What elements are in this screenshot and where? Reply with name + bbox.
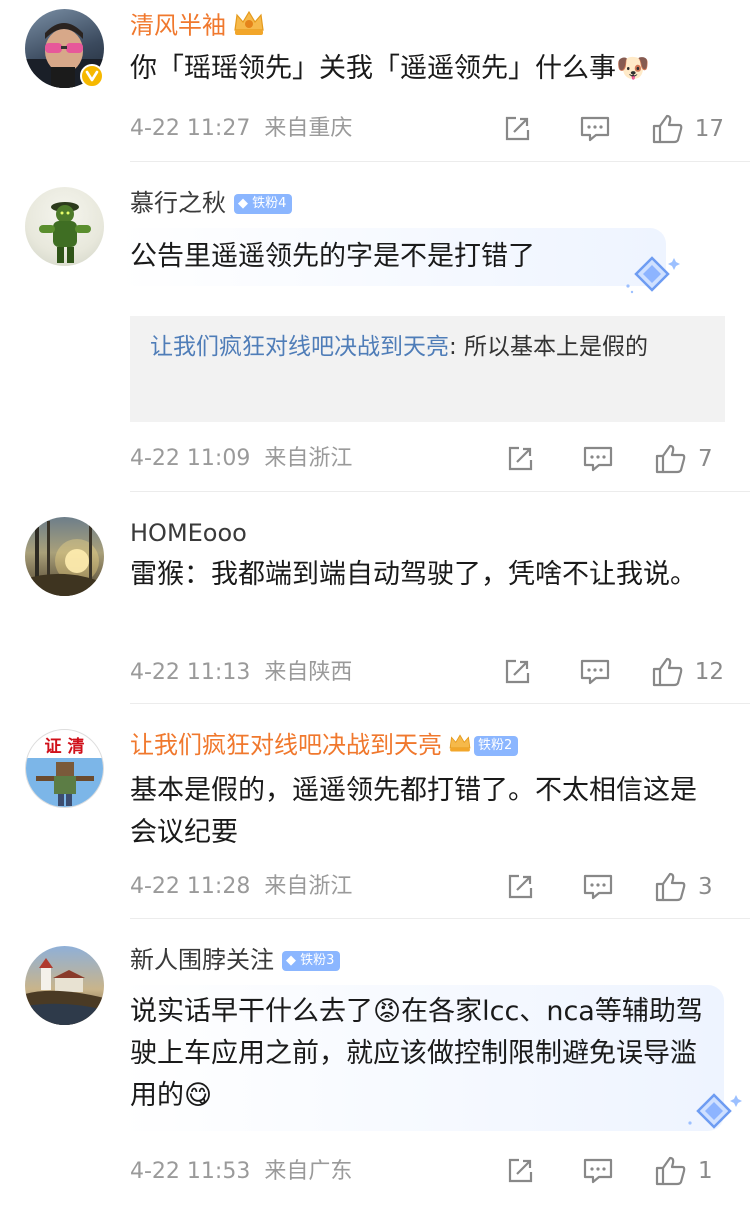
share-icon	[508, 1158, 533, 1183]
comment-icon	[580, 659, 609, 685]
share-button[interactable]	[497, 114, 537, 144]
like-button[interactable]: 7	[654, 443, 724, 475]
timestamp: 4-22 11:13	[130, 660, 251, 685]
share-icon	[508, 446, 533, 471]
comment-item: 清风半袖 你「瑶瑶领先」关我「遥遥领先」什么事🐶 4-22 11:27 来自重庆…	[0, 0, 750, 162]
thumbs-up-icon	[652, 114, 683, 144]
comment-text: 雷猴：我都端到端自动驾驶了，凭啥不让我说。	[130, 559, 697, 590]
comment-icon	[583, 874, 613, 900]
username[interactable]: 让我们疯狂对线吧决战到天亮 铁粉2	[130, 730, 519, 761]
location: 来自浙江	[264, 446, 353, 471]
location: 来自陕西	[264, 660, 353, 685]
verified-badge-icon	[80, 64, 104, 88]
comment-icon	[583, 446, 613, 472]
angry-emoji: 😡	[373, 996, 402, 1027]
diamond-fan-icon	[684, 1089, 744, 1141]
quote-username[interactable]: 让我们疯狂对线吧决战到天亮	[150, 334, 449, 360]
username[interactable]: 清风半袖	[130, 8, 266, 45]
comment-actions: 7	[500, 439, 724, 479]
share-button[interactable]	[497, 657, 537, 687]
comment-text: 说实话早干什么去了😡在各家lcc、nca等辅助驾驶上车应用之前，就应该做控制限制…	[130, 996, 703, 1111]
comment-meta: 4-22 11:28 来自浙江	[130, 872, 352, 902]
comment-button[interactable]	[578, 872, 618, 902]
fan-badge: ◆ 铁粉3	[282, 951, 341, 971]
share-button[interactable]	[500, 1156, 540, 1186]
comment-actions: 1	[500, 1151, 724, 1191]
comment-text: 你「瑶瑶领先」关我「遥遥领先」什么事🐶	[130, 53, 650, 84]
like-count: 3	[698, 874, 713, 900]
fan-badge: 铁粉2	[474, 736, 519, 756]
like-button[interactable]: 17	[651, 113, 724, 145]
username[interactable]: 慕行之秋 ◆ 铁粉4	[130, 188, 293, 218]
quoted-reply[interactable]: 让我们疯狂对线吧决战到天亮: 所以基本上是假的	[130, 316, 725, 422]
diamond-fan-icon	[622, 252, 682, 304]
like-button[interactable]: 1	[654, 1155, 724, 1187]
fan-badge: ◆ 铁粉4	[234, 194, 293, 214]
comment-actions: 17	[497, 109, 724, 149]
comment-button[interactable]	[578, 444, 618, 474]
share-button[interactable]	[500, 872, 540, 902]
comment-item: 慕行之秋 ◆ 铁粉4 公告里遥遥领先的字是不是打错了 让我们疯狂对线吧决战到天亮:…	[0, 162, 750, 492]
comment-button[interactable]	[575, 114, 615, 144]
timestamp: 4-22 11:09	[130, 446, 251, 471]
comment-meta: 4-22 11:27 来自重庆	[130, 114, 352, 144]
avatar[interactable]	[25, 946, 104, 1025]
timestamp: 4-22 11:27	[130, 116, 251, 141]
location: 来自广东	[264, 1159, 353, 1184]
comment-item: 证 清 让我们疯狂对线吧决战到天亮 铁粉2 基本是假的，遥遥领先都打错了。不太相…	[0, 704, 750, 919]
comment-icon	[580, 116, 609, 142]
like-button[interactable]: 12	[651, 656, 724, 688]
location: 来自浙江	[264, 874, 353, 899]
thumbs-up-icon	[655, 872, 686, 902]
comment-actions: 12	[497, 652, 724, 692]
comment-icon	[583, 1158, 613, 1184]
comment-item: HOMEooo 雷猴：我都端到端自动驾驶了，凭啥不让我说。 4-22 11:13…	[0, 492, 750, 704]
comment-meta: 4-22 11:53 来自广东	[130, 1157, 352, 1187]
comment-item: 新人围脖关注 ◆ 铁粉3 说实话早干什么去了😡在各家lcc、nca等辅助驾驶上车应…	[0, 919, 750, 1208]
yum-emoji: 😋	[184, 1080, 213, 1111]
comment-button[interactable]	[578, 1156, 618, 1186]
comment-text: 基本是假的，遥遥领先都打错了。不太相信这是会议纪要	[130, 775, 697, 848]
timestamp: 4-22 11:28	[130, 874, 251, 899]
location: 来自重庆	[264, 116, 353, 141]
timestamp: 4-22 11:53	[130, 1159, 251, 1184]
thumbs-up-icon	[655, 444, 686, 474]
comment-meta: 4-22 11:13 来自陕西	[130, 658, 352, 688]
share-icon	[505, 659, 529, 684]
username[interactable]: HOMEooo	[130, 518, 247, 548]
like-count: 7	[698, 446, 713, 472]
thumbs-up-icon	[652, 657, 683, 687]
share-icon	[508, 874, 533, 899]
comment-meta: 4-22 11:09 来自浙江	[130, 444, 352, 474]
crown-icon	[448, 731, 472, 761]
like-count: 12	[694, 659, 724, 685]
quote-text: : 所以基本上是假的	[449, 334, 649, 360]
emoji: 🐶	[616, 53, 650, 84]
thumbs-up-icon	[655, 1156, 686, 1186]
like-count: 17	[694, 116, 724, 142]
like-count: 1	[698, 1158, 713, 1184]
crown-icon	[232, 8, 266, 45]
share-button[interactable]	[500, 444, 540, 474]
comment-actions: 3	[500, 867, 724, 907]
share-icon	[505, 116, 529, 141]
username[interactable]: 新人围脖关注 ◆ 铁粉3	[130, 945, 341, 975]
avatar[interactable]: 证 清	[25, 729, 104, 808]
like-button[interactable]: 3	[654, 871, 724, 903]
avatar[interactable]	[25, 517, 104, 596]
avatar[interactable]	[25, 187, 104, 266]
comment-button[interactable]	[575, 657, 615, 687]
